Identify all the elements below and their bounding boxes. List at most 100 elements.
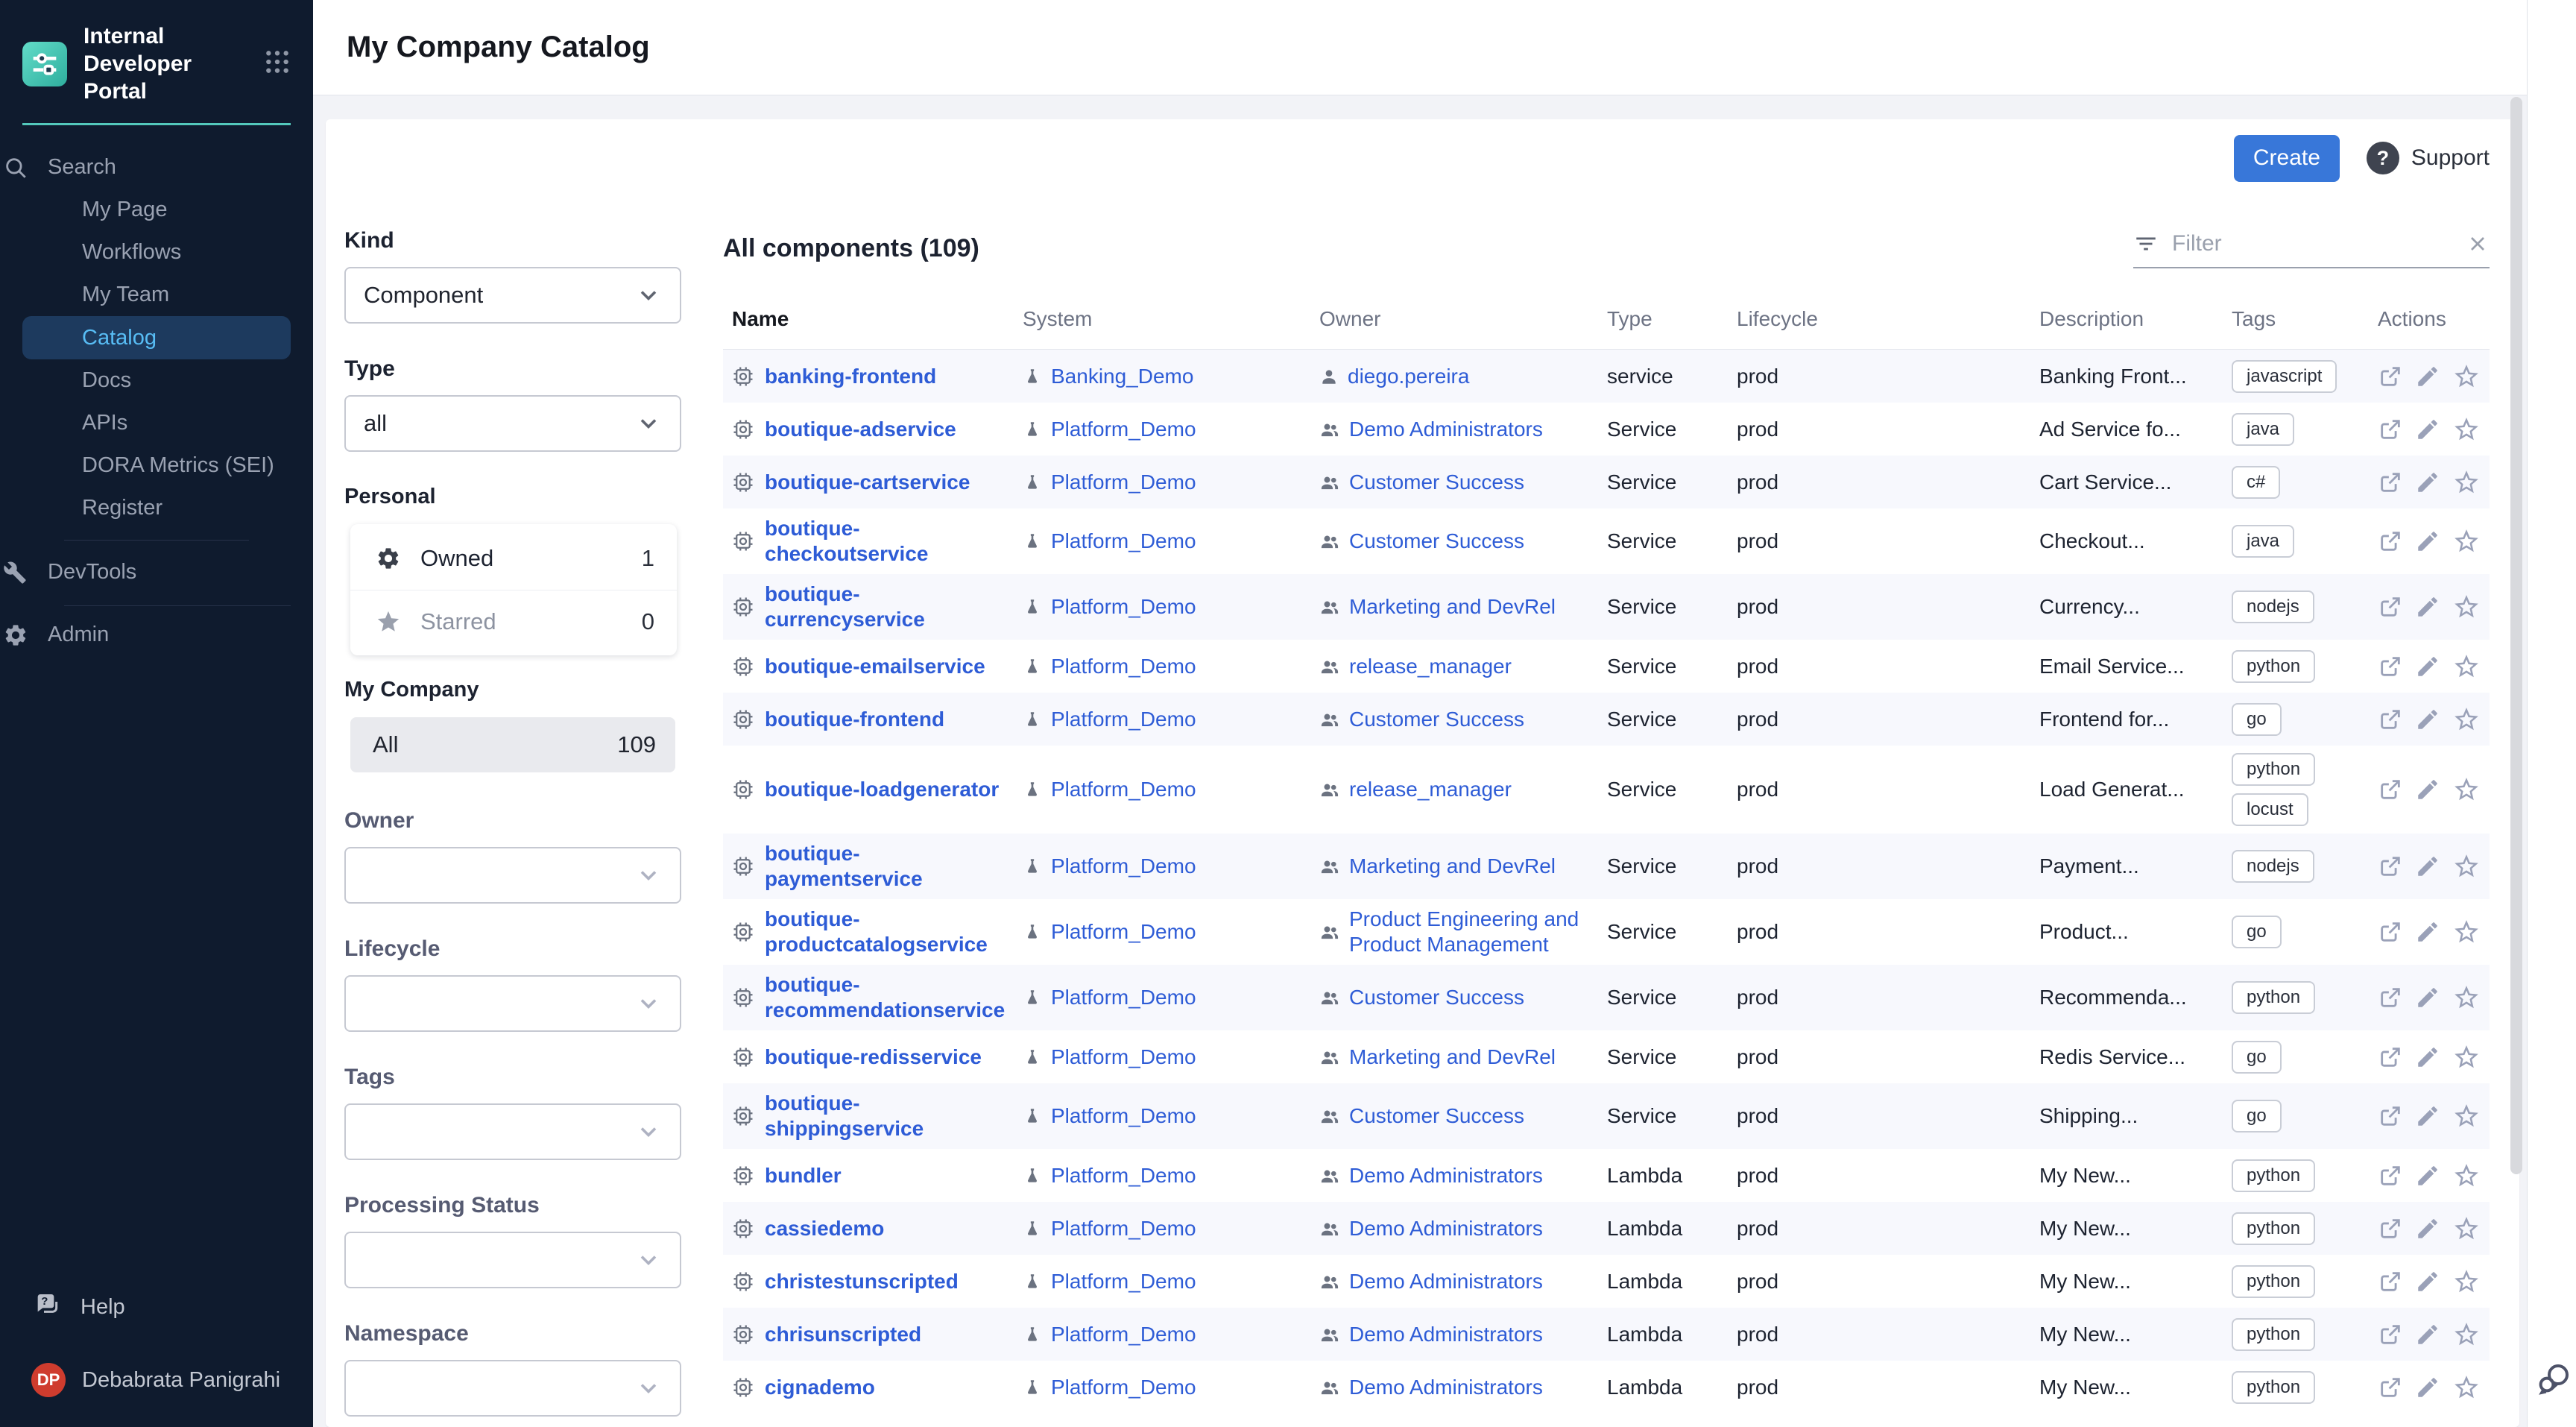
component-link[interactable]: boutique-cartservice xyxy=(765,470,970,495)
owner-link[interactable]: Demo Administrators xyxy=(1349,1269,1543,1294)
owned-filter-row[interactable]: Owned 1 xyxy=(350,527,677,590)
star-outline-icon[interactable] xyxy=(2452,1043,2481,1071)
table-row[interactable]: cassiedemo Platform_Demo Demo Administra… xyxy=(723,1202,2490,1255)
sidebar-item-docs[interactable]: Docs xyxy=(0,359,313,402)
edit-pencil-icon[interactable] xyxy=(2415,1163,2440,1188)
owner-link[interactable]: Marketing and DevRel xyxy=(1349,854,1556,879)
open-in-new-icon[interactable] xyxy=(2378,1163,2403,1188)
edit-pencil-icon[interactable] xyxy=(2415,1103,2440,1129)
owner-link[interactable]: Customer Success xyxy=(1349,707,1524,732)
open-in-new-icon[interactable] xyxy=(2378,1045,2403,1070)
star-outline-icon[interactable] xyxy=(2452,1267,2481,1296)
table-row[interactable]: christestunscripted Platform_Demo Demo A… xyxy=(723,1255,2490,1308)
component-link[interactable]: boutique-redisservice xyxy=(765,1045,982,1070)
open-in-new-icon[interactable] xyxy=(2378,777,2403,802)
type-select[interactable]: all xyxy=(344,395,681,452)
open-in-new-icon[interactable] xyxy=(2378,529,2403,554)
owner-link[interactable]: Customer Success xyxy=(1349,985,1524,1010)
sidebar-item-dora-metrics[interactable]: DORA Metrics (SEI) xyxy=(0,444,313,487)
edit-pencil-icon[interactable] xyxy=(2415,985,2440,1010)
table-row[interactable]: cignademo Platform_Demo Demo Administrat… xyxy=(723,1361,2490,1414)
open-in-new-icon[interactable] xyxy=(2378,1269,2403,1294)
star-outline-icon[interactable] xyxy=(2452,1102,2481,1130)
component-link[interactable]: boutique-recommendationservice xyxy=(765,972,1009,1023)
star-outline-icon[interactable] xyxy=(2452,468,2481,497)
system-link[interactable]: Platform_Demo xyxy=(1051,1045,1196,1070)
sidebar-item-search[interactable]: Search xyxy=(0,146,313,189)
table-row[interactable]: boutique-paymentservice Platform_Demo Ma… xyxy=(723,834,2490,899)
open-in-new-icon[interactable] xyxy=(2378,1322,2403,1347)
owner-link[interactable]: Marketing and DevRel xyxy=(1349,1045,1556,1070)
owner-link[interactable]: release_manager xyxy=(1349,777,1512,802)
open-in-new-icon[interactable] xyxy=(2378,364,2403,389)
table-row[interactable]: boutique-checkoutservice Platform_Demo C… xyxy=(723,508,2490,574)
open-in-new-icon[interactable] xyxy=(2378,985,2403,1010)
system-link[interactable]: Banking_Demo xyxy=(1051,364,1193,389)
component-link[interactable]: chrisunscripted xyxy=(765,1322,921,1347)
table-row[interactable]: boutique-productcatalogservice Platform_… xyxy=(723,899,2490,965)
apps-grid-icon[interactable] xyxy=(262,47,292,81)
starred-filter-row[interactable]: Starred 0 xyxy=(350,590,677,652)
component-link[interactable]: boutique-productcatalogservice xyxy=(765,907,1009,957)
owner-link[interactable]: Marketing and DevRel xyxy=(1349,594,1556,620)
star-outline-icon[interactable] xyxy=(2452,705,2481,734)
sidebar-item-help[interactable]: Help xyxy=(0,1291,313,1363)
sidebar-item-my-page[interactable]: My Page xyxy=(0,189,313,231)
create-button[interactable]: Create xyxy=(2234,135,2340,182)
component-link[interactable]: boutique-adservice xyxy=(765,417,956,442)
edit-pencil-icon[interactable] xyxy=(2415,417,2440,442)
system-link[interactable]: Platform_Demo xyxy=(1051,919,1196,945)
edit-pencil-icon[interactable] xyxy=(2415,919,2440,945)
table-row[interactable]: boutique-cartservice Platform_Demo Custo… xyxy=(723,456,2490,508)
owner-link[interactable]: Product Engineering and Product Manageme… xyxy=(1349,907,1594,957)
open-in-new-icon[interactable] xyxy=(2378,854,2403,879)
open-in-new-icon[interactable] xyxy=(2378,919,2403,945)
table-row[interactable]: boutique-frontend Platform_Demo Customer… xyxy=(723,693,2490,746)
star-outline-icon[interactable] xyxy=(2452,918,2481,946)
star-outline-icon[interactable] xyxy=(2452,852,2481,881)
component-link[interactable]: boutique-emailservice xyxy=(765,654,985,679)
table-row[interactable]: boutique-redisservice Platform_Demo Mark… xyxy=(723,1030,2490,1083)
all-filter-row[interactable]: All 109 xyxy=(350,717,675,772)
column-header-lifecycle[interactable]: Lifecycle xyxy=(1737,307,2039,331)
star-outline-icon[interactable] xyxy=(2452,1215,2481,1243)
star-outline-icon[interactable] xyxy=(2452,415,2481,444)
edit-pencil-icon[interactable] xyxy=(2415,529,2440,554)
star-outline-icon[interactable] xyxy=(2452,652,2481,681)
system-link[interactable]: Platform_Demo xyxy=(1051,1269,1196,1294)
star-outline-icon[interactable] xyxy=(2452,775,2481,804)
column-header-name[interactable]: Name xyxy=(732,307,1023,331)
edit-pencil-icon[interactable] xyxy=(2415,1269,2440,1294)
system-link[interactable]: Platform_Demo xyxy=(1051,1103,1196,1129)
star-outline-icon[interactable] xyxy=(2452,362,2481,391)
component-link[interactable]: boutique-paymentservice xyxy=(765,841,1009,892)
open-in-new-icon[interactable] xyxy=(2378,1375,2403,1400)
lifecycle-select[interactable] xyxy=(344,975,681,1032)
component-link[interactable]: cignademo xyxy=(765,1375,875,1400)
sidebar-item-workflows[interactable]: Workflows xyxy=(0,231,313,274)
table-row[interactable]: boutique-currencyservice Platform_Demo M… xyxy=(723,574,2490,640)
table-row[interactable]: boutique-emailservice Platform_Demo rele… xyxy=(723,640,2490,693)
edit-pencil-icon[interactable] xyxy=(2415,364,2440,389)
system-link[interactable]: Platform_Demo xyxy=(1051,1163,1196,1188)
sidebar-item-register[interactable]: Register xyxy=(0,487,313,529)
sidebar-item-catalog[interactable]: Catalog xyxy=(22,316,291,359)
column-header-description[interactable]: Description xyxy=(2039,307,2232,331)
processing-status-select[interactable] xyxy=(344,1232,681,1288)
system-link[interactable]: Platform_Demo xyxy=(1051,594,1196,620)
component-link[interactable]: banking-frontend xyxy=(765,364,936,389)
edit-pencil-icon[interactable] xyxy=(2415,470,2440,495)
system-link[interactable]: Platform_Demo xyxy=(1051,470,1196,495)
edit-pencil-icon[interactable] xyxy=(2415,854,2440,879)
open-in-new-icon[interactable] xyxy=(2378,417,2403,442)
system-link[interactable]: Platform_Demo xyxy=(1051,985,1196,1010)
system-link[interactable]: Platform_Demo xyxy=(1051,707,1196,732)
owner-link[interactable]: diego.pereira xyxy=(1348,364,1469,389)
component-link[interactable]: boutique-frontend xyxy=(765,707,944,732)
star-outline-icon[interactable] xyxy=(2452,527,2481,555)
owner-link[interactable]: Demo Administrators xyxy=(1349,1322,1543,1347)
table-filter-input[interactable] xyxy=(2172,231,2466,256)
namespace-select[interactable] xyxy=(344,1360,681,1417)
edit-pencil-icon[interactable] xyxy=(2415,1216,2440,1241)
edit-pencil-icon[interactable] xyxy=(2415,1375,2440,1400)
